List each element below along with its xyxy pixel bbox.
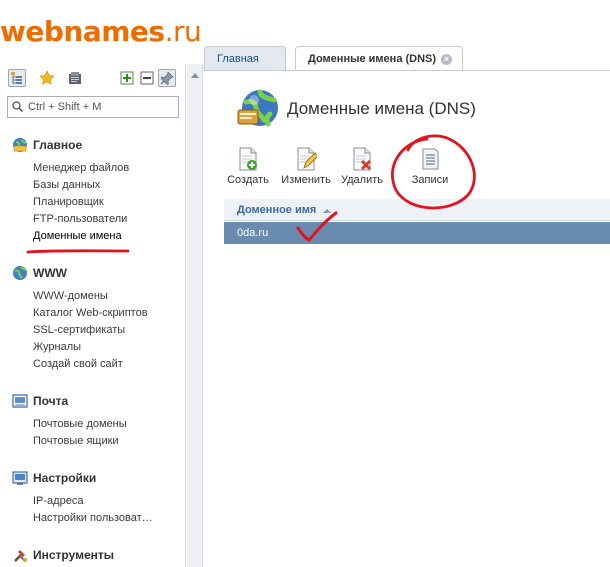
- section-header-www[interactable]: WWW: [0, 264, 186, 282]
- section-header-mail[interactable]: Почта: [0, 392, 186, 410]
- collapse-arrow-icon[interactable]: [191, 73, 199, 78]
- sidebar-item-user-settings[interactable]: Настройки пользоват…: [33, 510, 186, 527]
- search-icon: [12, 101, 23, 112]
- tab-bar: Главная Доменные имена (DNS) ×: [204, 44, 610, 72]
- left-sidebar: Главное Менеджер файлов Базы данных План…: [0, 64, 186, 567]
- expand-all-icon[interactable]: [118, 69, 136, 87]
- sidebar-item-create-site[interactable]: Создай свой сайт: [33, 356, 186, 373]
- create-button[interactable]: Создать: [226, 147, 270, 189]
- search-field[interactable]: [7, 96, 179, 118]
- records-button[interactable]: Записи: [406, 147, 454, 189]
- pin-icon[interactable]: [158, 69, 176, 87]
- sidebar-section-settings: Настройки IP-адреса Настройки пользоват…: [0, 469, 186, 527]
- sidebar-item-file-manager[interactable]: Менеджер файлов: [33, 160, 186, 177]
- sidebar-item-ssl[interactable]: SSL-сертификаты: [33, 322, 186, 339]
- table-row[interactable]: 0da.ru: [224, 222, 610, 244]
- table-cell-domain: 0da.ru: [237, 227, 269, 239]
- table-header: Доменное имя: [224, 199, 610, 221]
- create-icon: [239, 147, 257, 171]
- sidebar-item-www-domains[interactable]: WWW-домены: [33, 288, 186, 305]
- notes-icon[interactable]: [66, 69, 84, 87]
- sidebar-item-scheduler[interactable]: Планировщик: [33, 194, 186, 211]
- sidebar-item-ftp-users[interactable]: FTP-пользователи: [33, 211, 186, 228]
- close-icon[interactable]: ×: [441, 54, 452, 65]
- domain-globe-icon: [237, 89, 278, 127]
- sidebar-section-www: WWW WWW-домены Каталог Web-скриптов SSL-…: [0, 264, 186, 373]
- favorites-star-icon[interactable]: [38, 69, 56, 87]
- sidebar-section-mail: Почта Почтовые домены Почтовые ящики: [0, 392, 186, 450]
- section-header-settings[interactable]: Настройки: [0, 469, 186, 487]
- records-icon: [422, 148, 439, 170]
- sidebar-item-domain-names[interactable]: Доменные имена: [33, 228, 186, 245]
- logo-text-tld: .ru: [164, 15, 202, 48]
- edit-label: Изменить: [281, 174, 331, 186]
- sidebar-section-tools: Инструменты: [0, 546, 186, 564]
- section-header-main[interactable]: Главное: [0, 136, 186, 154]
- section-title-www: WWW: [33, 266, 67, 280]
- sidebar-item-web-scripts[interactable]: Каталог Web-скриптов: [33, 305, 186, 322]
- delete-label: Удалить: [341, 174, 383, 186]
- edit-icon: [297, 147, 317, 171]
- section-title-settings: Настройки: [33, 471, 97, 485]
- sidebar-item-logs[interactable]: Журналы: [33, 339, 186, 356]
- sidebar-toolbar: [8, 69, 178, 89]
- tab-dns-label: Доменные имена (DNS): [308, 53, 437, 65]
- sidebar-splitter[interactable]: [187, 64, 203, 567]
- edit-button[interactable]: Изменить: [278, 147, 334, 189]
- tools-icon: [14, 550, 27, 562]
- search-input[interactable]: [28, 99, 176, 115]
- section-title-tools: Инструменты: [33, 548, 115, 562]
- delete-icon: [353, 147, 372, 171]
- www-globe-icon: [13, 266, 27, 280]
- create-label: Создать: [227, 174, 269, 186]
- tab-main[interactable]: Главная: [204, 46, 286, 71]
- column-header-domain[interactable]: Доменное имя: [237, 204, 316, 216]
- sidebar-item-mail-domains[interactable]: Почтовые домены: [33, 416, 186, 433]
- section-header-tools[interactable]: Инструменты: [0, 546, 186, 564]
- delete-button[interactable]: Удалить: [338, 147, 386, 189]
- tab-main-label: Главная: [217, 53, 259, 65]
- mail-icon: [12, 394, 28, 408]
- section-title-main: Главное: [33, 138, 83, 152]
- sidebar-item-databases[interactable]: Базы данных: [33, 177, 186, 194]
- webnames-logo: webnames.ru: [0, 14, 202, 50]
- records-label: Записи: [411, 174, 449, 186]
- main-content: Доменные имена (DNS) Создать Изменить Уд…: [204, 71, 610, 567]
- sidebar-item-mailboxes[interactable]: Почтовые ящики: [33, 433, 186, 450]
- sidebar-item-ip-addresses[interactable]: IP-адреса: [33, 493, 186, 510]
- settings-icon: [12, 471, 28, 485]
- page-title: Доменные имена (DNS): [287, 99, 476, 118]
- sidebar-section-main: Главное Менеджер файлов Базы данных План…: [0, 136, 186, 245]
- home-globe-icon: [13, 138, 27, 152]
- tab-dns[interactable]: Доменные имена (DNS) ×: [295, 46, 463, 72]
- collapse-all-icon[interactable]: [138, 69, 156, 87]
- section-title-mail: Почта: [33, 394, 69, 408]
- logo-text-main: webnames: [0, 15, 165, 48]
- tree-view-icon[interactable]: [8, 69, 26, 87]
- sort-ascending-icon[interactable]: [323, 209, 331, 213]
